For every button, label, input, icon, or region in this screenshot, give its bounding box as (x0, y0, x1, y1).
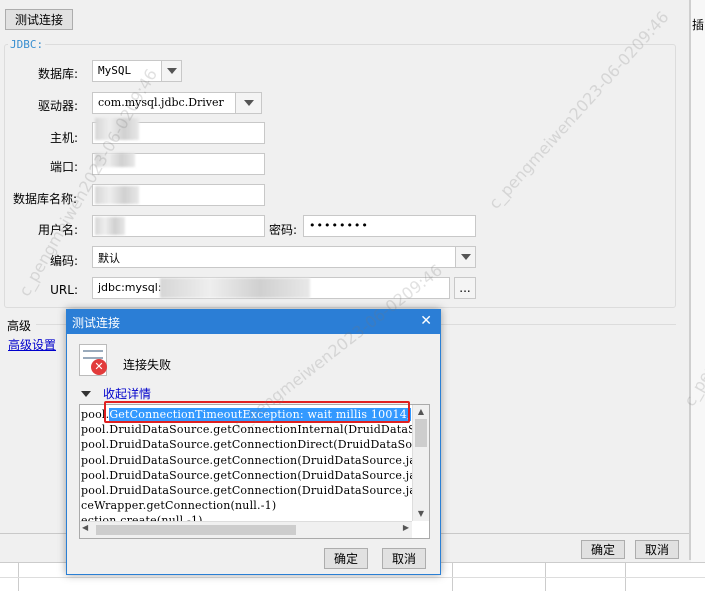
right-edge-text: 插 (692, 18, 705, 32)
jdbc-group-box (4, 44, 676, 308)
driver-select[interactable]: com.mysql.jdbc.Driver (92, 92, 262, 114)
error-details-lines: pool.GetConnectionTimeoutException: wait… (80, 407, 430, 529)
scroll-right-icon[interactable]: ▶ (403, 523, 409, 532)
url-value: jdbc:mysql: (98, 281, 162, 294)
driver-select-value: com.mysql.jdbc.Driver (98, 96, 224, 109)
horizontal-scroll-thumb[interactable] (96, 525, 296, 535)
error-details-line: ceWrapper.getConnection(null.-1) (81, 499, 277, 513)
collapse-arrow-icon[interactable] (81, 391, 91, 397)
jdbc-group-title: JDBC: (8, 38, 46, 51)
details-toggle-link[interactable]: 收起详情 (103, 385, 151, 402)
close-icon[interactable]: ✕ (420, 313, 432, 329)
host-label: 主机: (49, 131, 78, 145)
horizontal-scrollbar[interactable]: ◀ ▶ (80, 521, 412, 538)
dbname-label: 数据库名称: (12, 192, 77, 206)
redacted-url (160, 278, 310, 298)
password-label: 密码: (269, 223, 298, 237)
dialog-titlebar: 测试连接 ✕ (67, 310, 440, 334)
right-panel (691, 0, 705, 591)
error-details-box[interactable]: pool.GetConnectionTimeoutException: wait… (79, 404, 430, 539)
port-label: 端口: (49, 160, 78, 174)
error-highlight-outline (104, 401, 410, 423)
scroll-left-icon[interactable]: ◀ (82, 523, 88, 532)
error-details-line: pool.DruidDataSource.getConnection(Druid… (81, 468, 430, 482)
redacted-user (95, 217, 125, 235)
scroll-down-icon[interactable]: ▼ (413, 507, 429, 521)
redacted-dbname (95, 186, 139, 204)
test-connection-button[interactable]: 测试连接 (5, 9, 73, 30)
db-label: 数据库: (37, 67, 78, 81)
dialog-title: 测试连接 (72, 316, 121, 330)
db-select-value: MySQL (98, 64, 132, 77)
dialog-ok-button[interactable]: 确定 (324, 548, 368, 569)
advanced-title: 高级 (7, 319, 32, 333)
encoding-select[interactable]: 默认 (92, 246, 476, 268)
url-label: URL: (50, 283, 78, 297)
chevron-down-icon[interactable] (455, 247, 475, 267)
error-details-line: pool.DruidDataSource.getConnection(Druid… (81, 483, 430, 497)
url-browse-button[interactable]: ... (454, 277, 476, 299)
scroll-up-icon[interactable]: ▲ (413, 405, 429, 419)
dialog-message: 连接失败 (123, 358, 172, 372)
test-connection-dialog: 测试连接 ✕ ✕ 连接失败 收起详情 pool.GetConnectionTim… (66, 309, 441, 575)
redacted-host (95, 118, 139, 140)
main-ok-button[interactable]: 确定 (581, 540, 625, 559)
vertical-scroll-thumb[interactable] (415, 419, 427, 447)
encoding-select-value: 默认 (98, 252, 120, 265)
dialog-cancel-button[interactable]: 取消 (382, 548, 426, 569)
error-details-line: pool.DruidDataSource.getConnectionDirect… (81, 438, 430, 452)
vertical-scrollbar[interactable]: ▲ ▼ (412, 405, 429, 521)
chevron-down-icon[interactable] (235, 93, 261, 113)
error-icon: ✕ (91, 359, 107, 375)
chevron-down-icon[interactable] (161, 61, 181, 81)
password-field[interactable]: •••••••• (303, 215, 476, 237)
error-details-line: pool.DruidDataSource.getConnectionIntern… (81, 423, 430, 437)
main-cancel-button[interactable]: 取消 (635, 540, 679, 559)
error-details-line: pool.DruidDataSource.getConnection(Druid… (81, 453, 430, 467)
grid-line (0, 577, 705, 578)
user-label: 用户名: (37, 223, 78, 237)
driver-label: 驱动器: (37, 99, 78, 113)
redacted-port (95, 153, 135, 167)
encoding-label: 编码: (49, 254, 78, 268)
db-select[interactable]: MySQL (92, 60, 182, 82)
advanced-settings-link[interactable]: 高级设置 (8, 336, 56, 353)
